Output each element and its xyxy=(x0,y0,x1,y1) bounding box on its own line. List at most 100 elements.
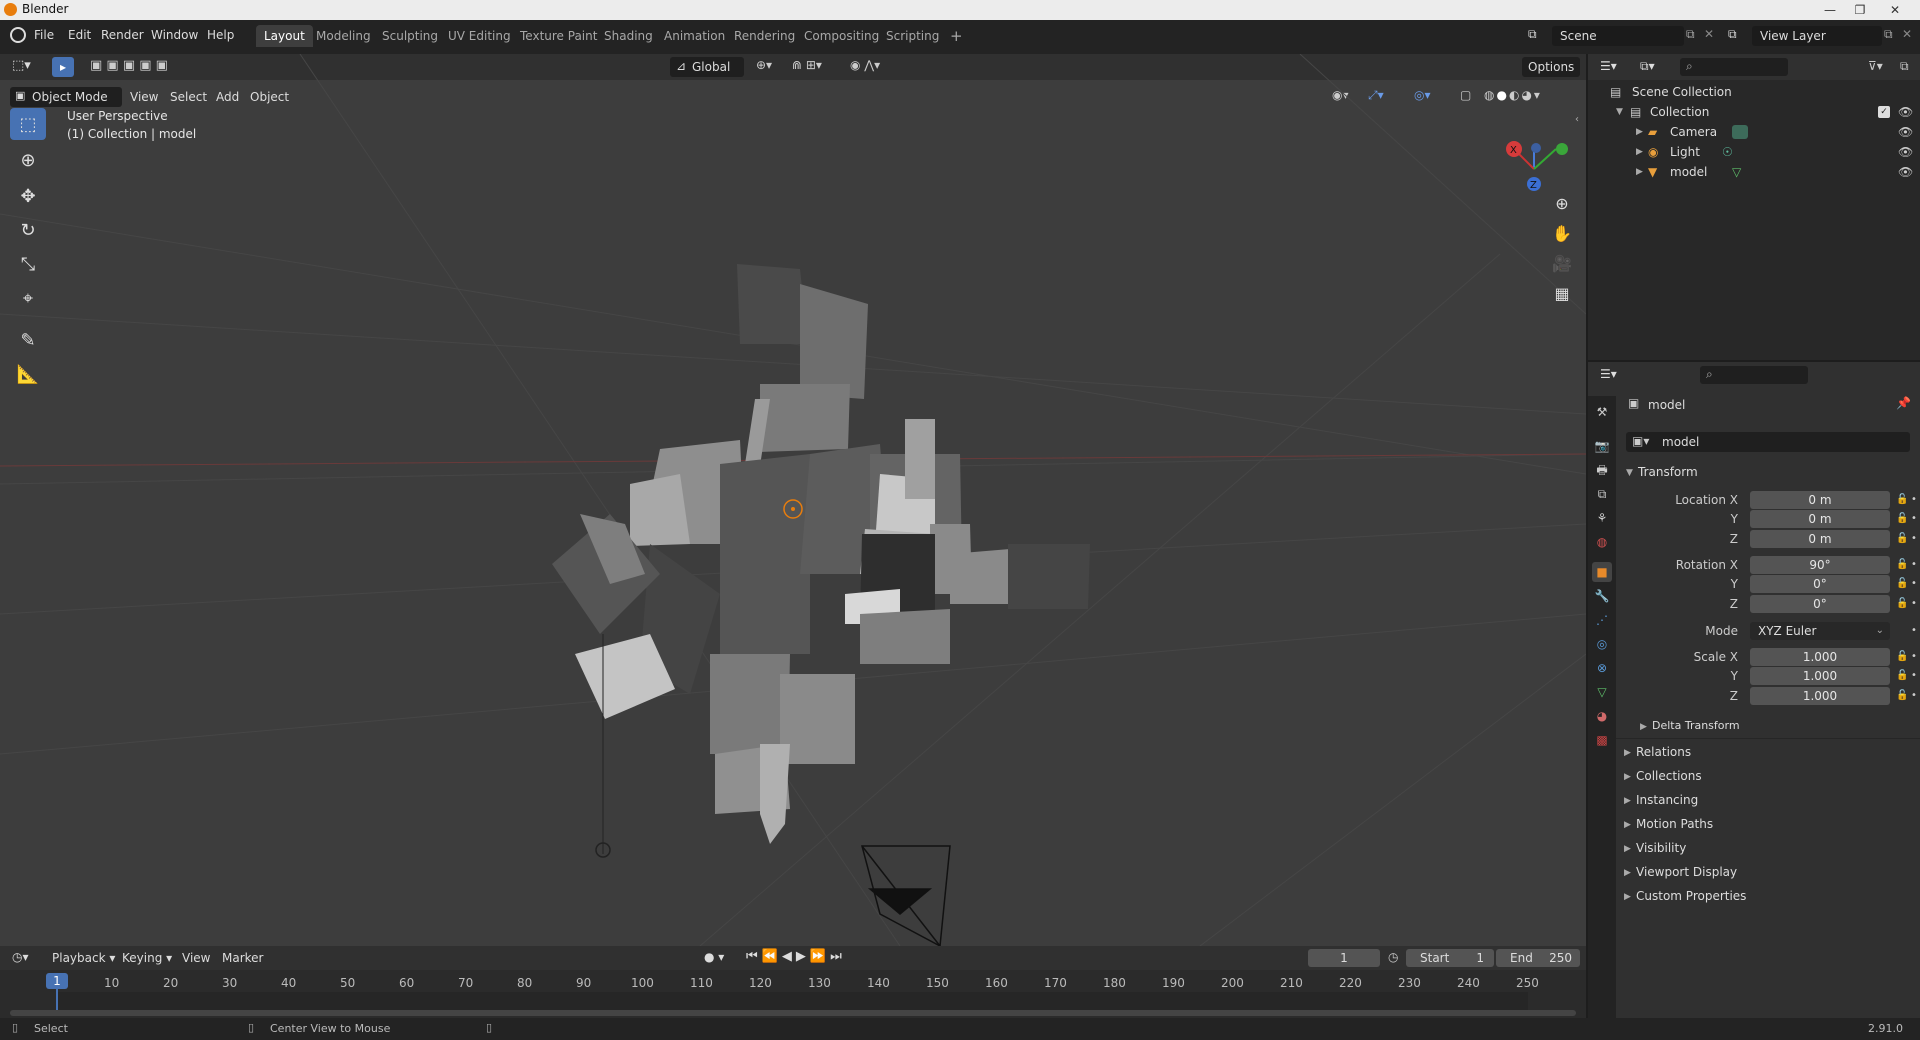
sidebar-toggle-icon[interactable]: ‹ xyxy=(1575,114,1579,125)
filter-icon[interactable]: ⊽▾ xyxy=(1868,59,1883,73)
location-x-keyframe-icon[interactable]: • xyxy=(1911,494,1917,505)
object-tab-icon[interactable]: ■ xyxy=(1592,562,1612,582)
location-x-lock-icon[interactable]: 🔓 xyxy=(1896,494,1908,505)
outliner-editor-type-icon[interactable]: ☰▾ xyxy=(1600,59,1617,73)
rotation-z-field[interactable]: 0° xyxy=(1750,595,1890,613)
outliner-collection[interactable]: ▼ ▤ Collection ✓ 👁 xyxy=(1588,102,1920,122)
camera-data-icon[interactable] xyxy=(1732,125,1748,139)
light-visibility-icon[interactable]: 👁 xyxy=(1898,142,1913,162)
menu-window[interactable]: Window xyxy=(151,28,198,42)
outliner-scene-collection[interactable]: ▤ Scene Collection xyxy=(1588,82,1920,102)
tab-rendering[interactable]: Rendering xyxy=(726,25,803,47)
tab-modeling[interactable]: Modeling xyxy=(308,25,379,47)
zoom-icon[interactable]: ⊕ xyxy=(1550,192,1574,216)
visibility-expand-icon[interactable]: ▶ xyxy=(1624,844,1631,854)
scene-selector-icon[interactable]: ⧉ xyxy=(1528,27,1537,42)
viewport-display-panel-title[interactable]: Viewport Display xyxy=(1636,865,1737,879)
blender-menu-icon[interactable] xyxy=(10,27,26,43)
tab-layout[interactable]: Layout xyxy=(256,25,313,47)
delete-scene-icon[interactable]: ✕ xyxy=(1704,27,1714,41)
visibility-panel-title[interactable]: Visibility xyxy=(1636,841,1686,855)
location-z-lock-icon[interactable]: 🔓 xyxy=(1896,533,1908,544)
particles-tab-icon[interactable]: ⋰ xyxy=(1592,610,1612,630)
outliner-search-input[interactable]: ⌕ xyxy=(1680,58,1788,76)
tool-tab-icon[interactable]: ⚒ xyxy=(1592,402,1612,422)
model-mesh[interactable] xyxy=(552,264,1090,844)
menu-file[interactable]: File xyxy=(34,28,54,42)
rotation-mode-keyframe-icon[interactable]: • xyxy=(1911,625,1917,636)
outliner-item-light[interactable]: ▶ ◉ Light ☉ 👁 xyxy=(1588,142,1920,162)
current-frame-field[interactable]: 1 xyxy=(1308,949,1380,967)
world-tab-icon[interactable]: ◍ xyxy=(1592,532,1612,552)
rotation-z-keyframe-icon[interactable]: • xyxy=(1911,598,1917,609)
instancing-expand-icon[interactable]: ▶ xyxy=(1624,796,1631,806)
motion-paths-panel-title[interactable]: Motion Paths xyxy=(1636,817,1713,831)
playback-controls-icons[interactable]: ⏮⏪◀▶⏩⏭ xyxy=(746,949,846,964)
end-frame-field[interactable]: End 250 xyxy=(1496,949,1580,967)
view-layer-field[interactable]: View Layer xyxy=(1752,26,1882,46)
custom-properties-panel-title[interactable]: Custom Properties xyxy=(1636,889,1746,903)
camera-object-icon[interactable] xyxy=(861,845,951,946)
scale-x-keyframe-icon[interactable]: • xyxy=(1911,651,1917,662)
tab-compositing[interactable]: Compositing xyxy=(796,25,887,47)
scene-field[interactable]: Scene xyxy=(1552,26,1684,46)
rotation-x-keyframe-icon[interactable]: • xyxy=(1911,559,1917,570)
location-y-keyframe-icon[interactable]: • xyxy=(1911,513,1917,524)
collections-panel-title[interactable]: Collections xyxy=(1636,769,1702,783)
instancing-panel-title[interactable]: Instancing xyxy=(1636,793,1698,807)
playhead-frame-indicator[interactable]: 1 xyxy=(46,973,68,989)
custom-properties-expand-icon[interactable]: ▶ xyxy=(1624,892,1631,902)
new-scene-icon[interactable]: ⧉ xyxy=(1686,27,1695,42)
constraints-tab-icon[interactable]: ⊗ xyxy=(1592,658,1612,678)
rotation-mode-dropdown[interactable]: XYZ Euler ⌄ xyxy=(1750,622,1890,640)
minimize-button[interactable]: — xyxy=(1815,0,1845,20)
model-visibility-icon[interactable]: 👁 xyxy=(1898,162,1913,182)
output-tab-icon[interactable]: 🖶 xyxy=(1592,460,1612,480)
collection-checkbox[interactable]: ✓ xyxy=(1878,106,1890,118)
properties-search-input[interactable]: ⌕ xyxy=(1700,366,1808,384)
render-tab-icon[interactable]: 📷 xyxy=(1592,436,1612,456)
texture-tab-icon[interactable]: ▩ xyxy=(1592,730,1612,750)
material-tab-icon[interactable]: ◕ xyxy=(1592,706,1612,726)
scale-y-keyframe-icon[interactable]: • xyxy=(1911,670,1917,681)
ortho-grid-icon[interactable]: ▦ xyxy=(1550,282,1574,306)
display-mode-icon[interactable]: ⧉▾ xyxy=(1640,59,1655,74)
keying-menu[interactable]: Keying ▾ xyxy=(122,951,172,965)
mesh-data-icon[interactable]: ▽ xyxy=(1732,162,1741,182)
tab-texture-paint[interactable]: Texture Paint xyxy=(512,25,605,47)
collections-expand-icon[interactable]: ▶ xyxy=(1624,772,1631,782)
modifier-tab-icon[interactable]: 🔧 xyxy=(1592,586,1612,606)
tab-sculpting[interactable]: Sculpting xyxy=(374,25,446,47)
location-y-field[interactable]: 0 m xyxy=(1750,510,1890,528)
pin-icon[interactable]: 📌 xyxy=(1896,396,1911,410)
collection-expand-icon[interactable]: ▼ xyxy=(1616,102,1623,122)
rotation-y-keyframe-icon[interactable]: • xyxy=(1911,578,1917,589)
relations-expand-icon[interactable]: ▶ xyxy=(1624,748,1631,758)
menu-help[interactable]: Help xyxy=(207,28,234,42)
rotation-x-lock-icon[interactable]: 🔓 xyxy=(1896,559,1908,570)
camera-expand-icon[interactable]: ▶ xyxy=(1636,122,1643,142)
view-layer-tab-icon[interactable]: ⧉ xyxy=(1592,484,1612,504)
object-name-field[interactable]: ▣▾ model xyxy=(1626,432,1910,452)
scale-x-lock-icon[interactable]: 🔓 xyxy=(1896,651,1908,662)
menu-edit[interactable]: Edit xyxy=(68,28,91,42)
light-data-icon[interactable]: ☉ xyxy=(1722,142,1733,162)
location-y-lock-icon[interactable]: 🔓 xyxy=(1896,513,1908,524)
scale-z-field[interactable]: 1.000 xyxy=(1750,687,1890,705)
tab-animation[interactable]: Animation xyxy=(656,25,733,47)
scale-z-keyframe-icon[interactable]: • xyxy=(1911,690,1917,701)
rotation-y-field[interactable]: 0° xyxy=(1750,575,1890,593)
camera-view-icon[interactable]: 🎥 xyxy=(1550,252,1574,276)
model-expand-icon[interactable]: ▶ xyxy=(1636,162,1643,182)
location-x-field[interactable]: 0 m xyxy=(1750,491,1890,509)
rotation-z-lock-icon[interactable]: 🔓 xyxy=(1896,598,1908,609)
location-z-keyframe-icon[interactable]: • xyxy=(1911,533,1917,544)
3d-viewport[interactable]: ⬚▾ ▸ ▣ ▣ ▣ ▣ ▣ ⊿ Global ⊕▾ ⋒ ⊞▾ ◉ ⋀▾ Opt… xyxy=(0,54,1586,946)
properties-editor-type-icon[interactable]: ☰▾ xyxy=(1600,367,1617,381)
use-preview-range-icon[interactable]: ◷ xyxy=(1388,950,1398,964)
rotation-y-lock-icon[interactable]: 🔓 xyxy=(1896,578,1908,589)
marker-menu[interactable]: Marker xyxy=(222,951,263,965)
view-layer-icon[interactable]: ⧉ xyxy=(1728,27,1737,42)
new-view-layer-icon[interactable]: ⧉ xyxy=(1884,27,1893,42)
delete-view-layer-icon[interactable]: ✕ xyxy=(1902,27,1912,41)
